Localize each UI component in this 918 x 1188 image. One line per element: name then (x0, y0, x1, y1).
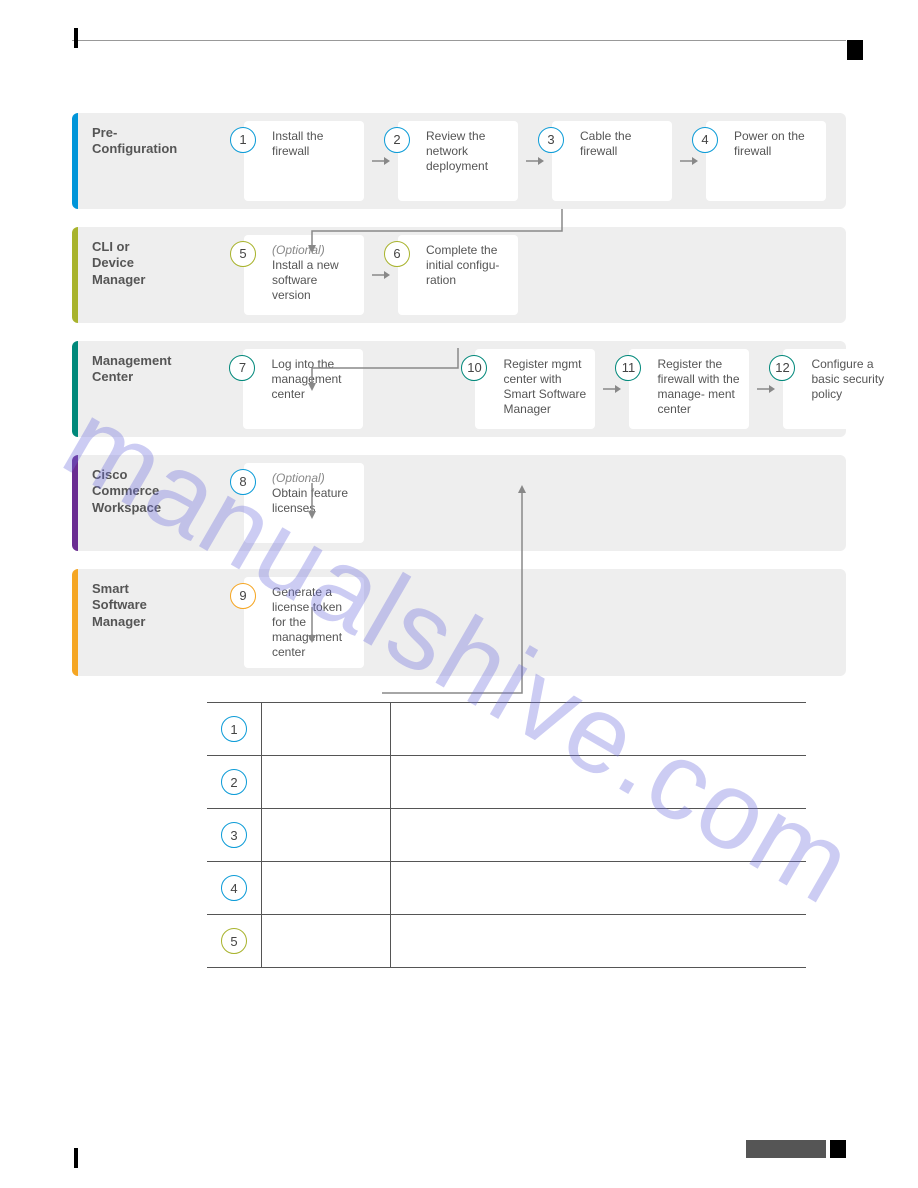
header-rule (72, 40, 846, 41)
row-badge: 2 (221, 769, 247, 795)
arrow-right-icon (526, 155, 544, 167)
step-badge: 2 (384, 127, 410, 153)
step-badge: 9 (230, 583, 256, 609)
page-crop-mark (830, 1140, 846, 1158)
step-text: Power on the firewall (734, 129, 805, 158)
step-badge: 3 (538, 127, 564, 153)
arrow-right-icon (372, 155, 390, 167)
step-text: Cable the firewall (580, 129, 631, 158)
step-card-5: 5 (Optional) Install a new software vers… (244, 235, 364, 315)
table-cell (261, 756, 391, 808)
table-cell (261, 703, 391, 755)
stage-label: Management Center (72, 341, 181, 437)
step-badge: 1 (230, 127, 256, 153)
step-badge: 7 (229, 355, 255, 381)
step-text: Register the firewall with the manage- m… (657, 357, 739, 416)
step-card-1: 1 Install the firewall (244, 121, 364, 201)
row-badge: 1 (221, 716, 247, 742)
table-row: 4 (207, 862, 806, 915)
row-badge: 4 (221, 875, 247, 901)
step-text: Complete the initial configu- ration (426, 243, 499, 287)
stage-management-center: Management Center 7 Log into the managem… (72, 341, 846, 437)
step-card-3: 3 Cable the firewall (552, 121, 672, 201)
step-badge: 10 (461, 355, 487, 381)
step-badge: 4 (692, 127, 718, 153)
step-optional: (Optional) (272, 243, 325, 257)
step-badge: 11 (615, 355, 641, 381)
step-text: Obtain feature licenses (272, 486, 348, 515)
stage-label: Cisco Commerce Workspace (72, 455, 182, 551)
table-row: 2 (207, 756, 806, 809)
step-card-10: 10 Register mgmt center with Smart Softw… (475, 349, 595, 429)
step-badge: 5 (230, 241, 256, 267)
step-card-8: 8 (Optional) Obtain feature licenses (244, 463, 364, 543)
stage-cisco-commerce-workspace: Cisco Commerce Workspace 8 (Optional) Ob… (72, 455, 846, 551)
step-card-4: 4 Power on the firewall (706, 121, 826, 201)
footer-bar (746, 1140, 826, 1158)
arrow-right-icon (603, 383, 621, 395)
step-card-12: 12 Configure a basic security policy (783, 349, 903, 429)
step-card-6: 6 Complete the initial configu- ration (398, 235, 518, 315)
step-text: Log into the management center (271, 357, 341, 401)
table-row: 1 (207, 703, 806, 756)
page-crop-mark (74, 28, 78, 48)
page-crop-mark (74, 1148, 78, 1168)
step-text: Register mgmt center with Smart Software… (503, 357, 586, 416)
step-badge: 12 (769, 355, 795, 381)
stage-label: CLI or Device Manager (72, 227, 182, 323)
arrow-right-icon (372, 269, 390, 281)
step-card-2: 2 Review the network deployment (398, 121, 518, 201)
step-text: Configure a basic security policy (811, 357, 884, 401)
workflow-diagram: Pre- Configuration 1 Install the firewal… (72, 113, 846, 676)
step-text: Install a new software version (272, 258, 339, 302)
step-badge: 6 (384, 241, 410, 267)
stage-cli-device-manager: CLI or Device Manager 5 (Optional) Insta… (72, 227, 846, 323)
stage-pre-configuration: Pre- Configuration 1 Install the firewal… (72, 113, 846, 209)
step-card-9: 9 Generate a license token for the manag… (244, 577, 364, 668)
step-card-7: 7 Log into the management center (243, 349, 363, 429)
step-text: Generate a license token for the managem… (272, 585, 342, 659)
step-text: Review the network deployment (426, 129, 488, 173)
row-badge: 5 (221, 928, 247, 954)
step-text: Install the firewall (272, 129, 323, 158)
arrow-right-icon (680, 155, 698, 167)
arrow-right-icon (757, 383, 775, 395)
stage-label: Smart Software Manager (72, 569, 182, 676)
table-cell (261, 915, 391, 967)
stage-smart-software-manager: Smart Software Manager 9 Generate a lice… (72, 569, 846, 676)
stage-label: Pre- Configuration (72, 113, 182, 209)
table-row: 3 (207, 809, 806, 862)
step-badge: 8 (230, 469, 256, 495)
step-card-11: 11 Register the firewall with the manage… (629, 349, 749, 429)
step-optional: (Optional) (272, 471, 325, 485)
page-crop-mark (847, 40, 863, 60)
table-cell (261, 862, 391, 914)
steps-table: 1 2 3 4 5 (207, 702, 806, 968)
table-cell (261, 809, 391, 861)
row-badge: 3 (221, 822, 247, 848)
table-row: 5 (207, 915, 806, 968)
